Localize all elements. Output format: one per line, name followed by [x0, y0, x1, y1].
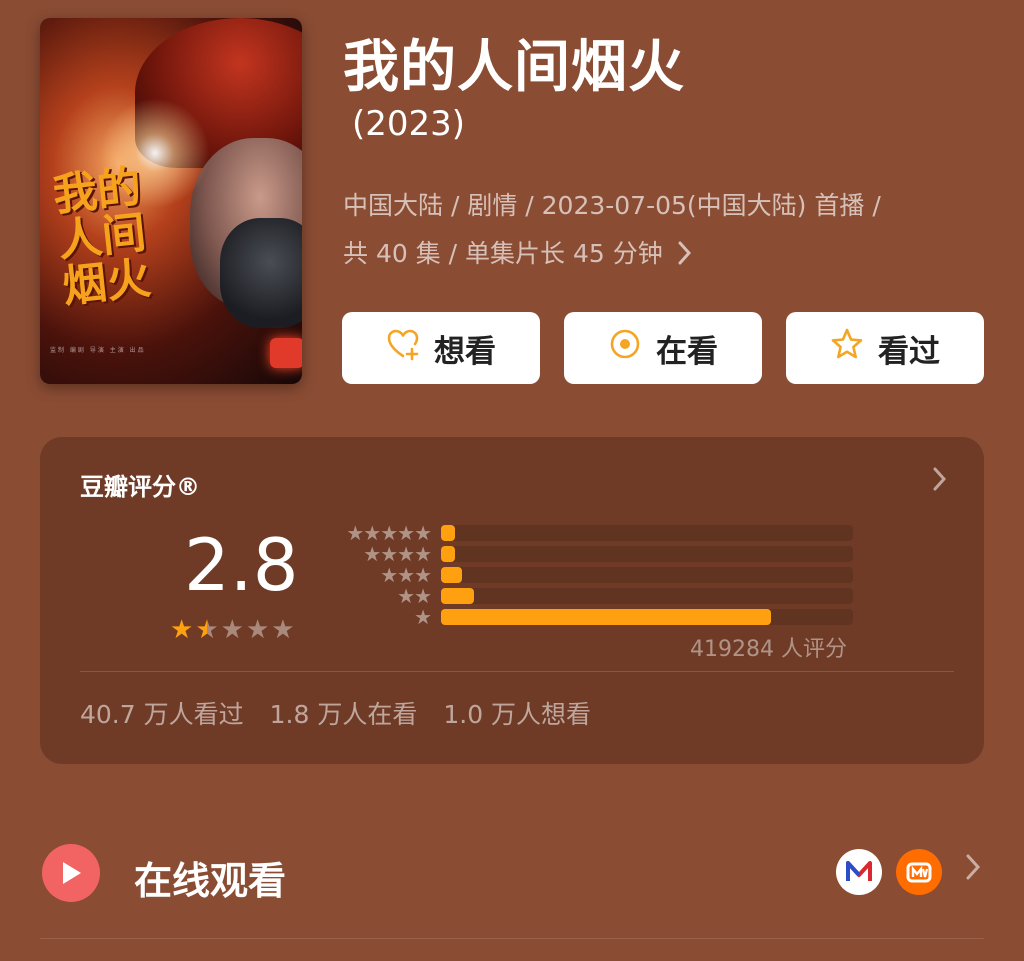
distribution-row-2-star: ★★ — [336, 584, 856, 608]
distribution-bar — [441, 546, 455, 562]
mango-tv-icon[interactable] — [896, 849, 942, 895]
distribution-bar — [441, 588, 474, 604]
distribution-track — [441, 546, 853, 562]
rating-score: 2.8 — [184, 523, 299, 607]
want-count[interactable]: 1.0 万人想看 — [443, 695, 591, 731]
star-outline-icon — [830, 327, 864, 369]
rating-star: ★ — [170, 615, 194, 645]
distribution-track — [441, 588, 853, 604]
meta-line-2-text: 共 40 集 / 单集片长 45 分钟 — [343, 239, 663, 268]
watched-button[interactable]: 看过 — [786, 312, 984, 384]
distribution-row-5-star: ★★★★★ — [336, 521, 856, 545]
chevron-right-icon[interactable] — [932, 465, 948, 500]
rating-count: 419284 人评分 — [690, 637, 847, 662]
distribution-row-1-star: ★ — [336, 605, 856, 629]
rating-star: ★ — [220, 615, 244, 645]
divider — [40, 938, 984, 939]
rating-star: ★ — [245, 615, 270, 645]
watching-label: 在看 — [656, 333, 718, 370]
poster-image[interactable]: 我的人间烟火 监制 编剧 导演 主演 出品 — [40, 18, 302, 384]
distribution-bar — [441, 525, 455, 541]
distribution-bar — [441, 609, 771, 625]
chevron-right-icon[interactable] — [671, 239, 693, 268]
watched-count[interactable]: 40.7 万人看过 — [80, 695, 244, 731]
heart-plus-icon — [386, 327, 420, 369]
distribution-track — [441, 567, 853, 583]
target-icon — [608, 327, 642, 369]
distribution-track — [441, 525, 853, 541]
divider — [80, 671, 954, 672]
meta-line-2: 共 40 集 / 单集片长 45 分钟 — [343, 230, 983, 278]
poster-calligraphy: 我的人间烟火 — [50, 161, 154, 313]
distribution-row-4-star: ★★★★ — [336, 542, 856, 566]
show-meta[interactable]: 中国大陆 / 剧情 / 2023-07-05(中国大陆) 首播 / 共 40 集… — [343, 182, 983, 278]
meta-line-1: 中国大陆 / 剧情 / 2023-07-05(中国大陆) 首播 / — [343, 191, 881, 220]
watching-button[interactable]: 在看 — [564, 312, 762, 384]
watch-online-label: 在线观看 — [134, 859, 287, 903]
poster-gas-mask — [220, 218, 302, 328]
want-to-watch-label: 想看 — [434, 333, 496, 370]
watched-label: 看过 — [878, 333, 940, 370]
watch-stats: 40.7 万人看过 1.8 万人在看 1.0 万人想看 — [80, 695, 591, 731]
page-title: 我的人间烟火 — [343, 35, 685, 100]
play-icon — [42, 844, 100, 902]
rating-star: ★ — [271, 615, 295, 645]
migu-icon[interactable] — [836, 849, 882, 895]
rating-card[interactable]: 豆瓣评分® 2.8 ★ ★ ★ ★ ★ ★★★★★ ★★★★ ★★★ ★★ ★ 419284 人… — [40, 437, 984, 764]
rating-title: 豆瓣评分® — [80, 473, 200, 501]
rating-stars: ★ ★ ★ ★ ★ — [170, 617, 295, 643]
chevron-right-icon[interactable] — [964, 850, 982, 891]
want-to-watch-button[interactable]: 想看 — [342, 312, 540, 384]
rating-star: ★ — [195, 615, 219, 645]
distribution-bar — [441, 567, 462, 583]
distribution-row-3-star: ★★★ — [336, 563, 856, 587]
watch-online-row[interactable]: 在线观看 — [40, 842, 984, 904]
watching-count[interactable]: 1.8 万人在看 — [270, 695, 418, 731]
distribution-star-label: ★ — [414, 605, 432, 629]
poster-credits: 监制 编剧 导演 主演 出品 — [50, 347, 146, 354]
release-year: (2023) — [352, 104, 466, 144]
